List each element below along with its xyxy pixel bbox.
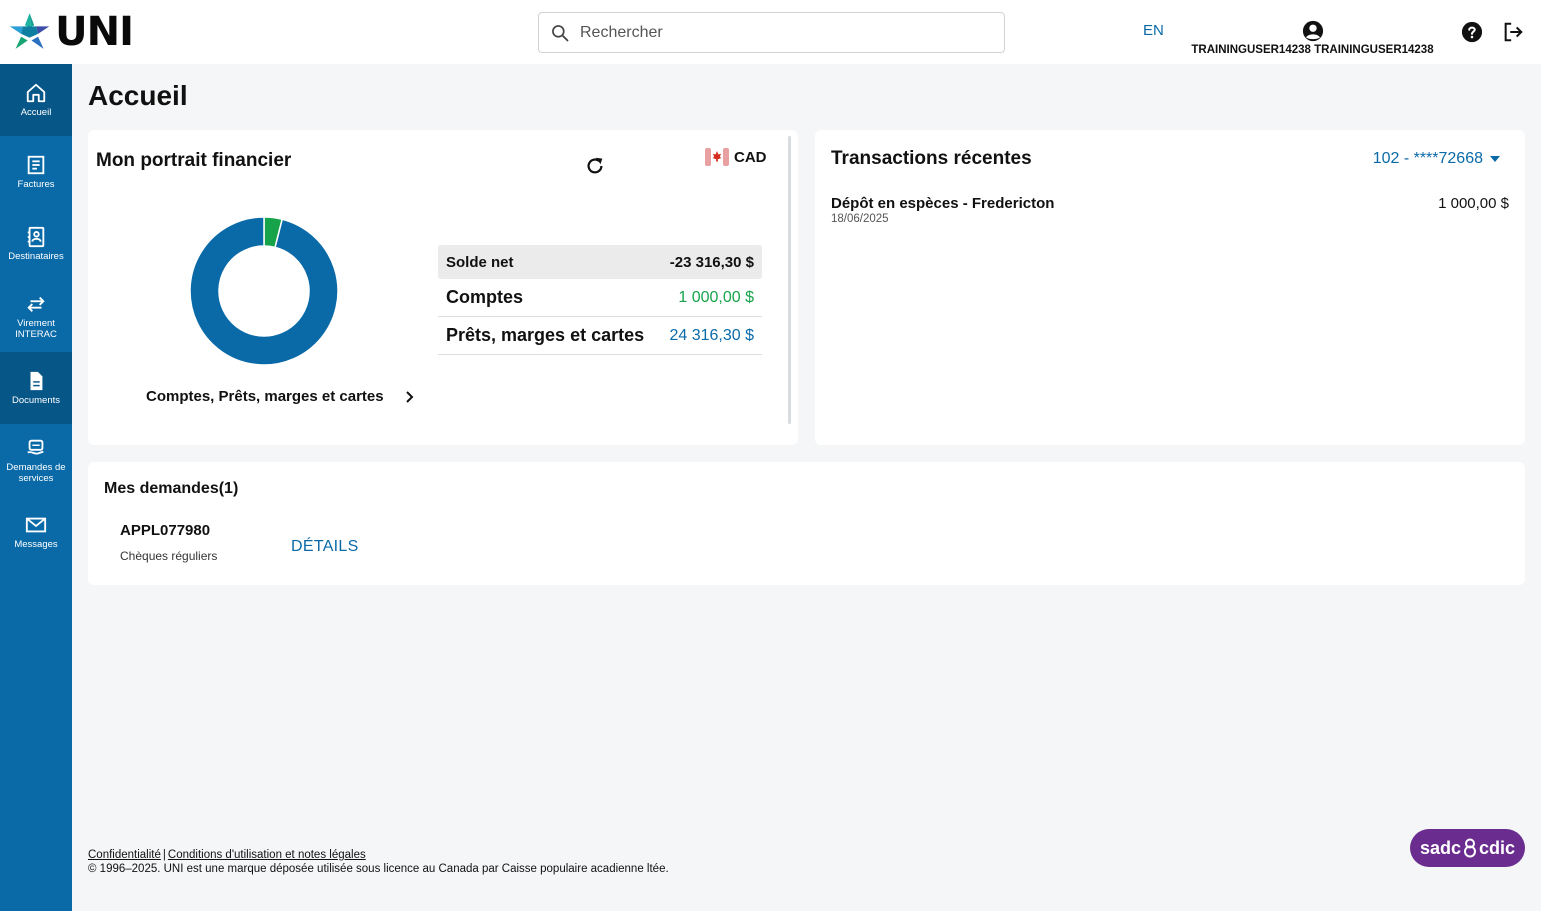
donut-slice-prets: [189, 216, 339, 366]
request-id: APPL077980: [120, 522, 211, 539]
service-icon: [27, 439, 44, 455]
cdic-badge-right: cdic: [1479, 837, 1516, 858]
transaction-description: Dépôt en espèces - Fredericton: [831, 195, 1055, 212]
account-selector-value: 102 - ****72668: [1372, 150, 1483, 167]
uni-star-icon: [9, 13, 50, 49]
canada-flag-icon: [705, 148, 729, 166]
currency-selector[interactable]: CAD: [705, 148, 767, 166]
sidebar-item-label: Messages: [14, 539, 58, 550]
help-icon[interactable]: [1461, 21, 1483, 43]
search-input[interactable]: [580, 23, 980, 42]
copyright-text: © 1996–2025. UNI est une marque déposée …: [88, 863, 669, 875]
search-box[interactable]: [538, 12, 1005, 53]
accounts-row[interactable]: Comptes 1 000,00 $: [438, 279, 762, 317]
search-icon: [552, 24, 569, 41]
invoice-icon: [27, 155, 45, 175]
sidebar-item-accueil[interactable]: Accueil: [0, 64, 72, 136]
loans-label: Prêts, marges et cartes: [446, 325, 645, 345]
caret-down-icon: [1490, 156, 1500, 162]
cdic-badge-left: sadc: [1419, 837, 1461, 858]
net-balance-label: Solde net: [446, 253, 514, 271]
chevron-right-icon: [405, 390, 414, 403]
net-balance-row: Solde net -23 316,30 $: [438, 245, 762, 279]
cdic-badge[interactable]: sadc cdic: [1410, 829, 1525, 867]
sidebar-item-destinataires[interactable]: Destinataires: [0, 208, 72, 280]
recent-transactions-card: Transactions récentes 102 - ****72668 Dé…: [815, 130, 1525, 445]
sidebar-item-documents[interactable]: Documents: [0, 352, 72, 424]
sidebar-item-factures[interactable]: Factures: [0, 136, 72, 208]
sidebar-item-label: Destinataires: [8, 251, 64, 262]
language-toggle[interactable]: EN: [1143, 22, 1164, 39]
top-header: UNI EN TRAININGUSER14238 TRAININGUSER142…: [0, 0, 1541, 64]
uni-logo[interactable]: UNI: [8, 9, 134, 55]
financial-portrait-card: Mon portrait financier CAD Comptes, Prêt…: [88, 130, 798, 445]
sidebar-item-label: Documents: [11, 395, 61, 406]
my-requests-card: Mes demandes(1) APPL077980 Chèques régul…: [88, 462, 1525, 585]
request-type: Chèques réguliers: [120, 549, 218, 563]
transaction-date: 18/06/2025: [831, 213, 889, 225]
sidebar-item-demandes-services[interactable]: Demandes de services: [0, 424, 72, 496]
sidebar-item-label: Demandes de services: [6, 461, 66, 484]
sidebar-nav: Accueil Factures Destinataires Virement …: [0, 64, 72, 911]
mail-icon: [25, 517, 47, 533]
footer-separator: |: [162, 849, 166, 861]
sidebar-item-messages[interactable]: Messages: [0, 496, 72, 568]
account-selector[interactable]: 102 - ****72668: [1373, 150, 1501, 168]
portrait-title: Mon portrait financier: [96, 150, 292, 171]
sidebar-item-label: Accueil: [20, 107, 52, 118]
sidebar-item-label: Factures: [17, 179, 55, 190]
net-balance-value: -23 316,30 $: [669, 253, 754, 271]
sidebar-item-label: Virement INTERAC: [15, 317, 57, 340]
privacy-link[interactable]: Confidentialité: [88, 849, 161, 861]
accounts-value: 1 000,00 $: [678, 288, 754, 306]
requests-title: Mes demandes(1): [104, 480, 239, 497]
balance-summary: Solde net -23 316,30 $ Comptes 1 000,00 …: [438, 245, 762, 355]
document-icon: [30, 371, 43, 391]
loans-value: 24 316,30 $: [669, 326, 754, 344]
transactions-title: Transactions récentes: [831, 148, 1032, 169]
transaction-amount: 1 000,00 $: [1438, 195, 1509, 212]
accounts-label: Comptes: [446, 287, 524, 307]
transaction-row[interactable]: Dépôt en espèces - Fredericton 18/06/202…: [831, 195, 1509, 225]
refresh-icon[interactable]: [584, 155, 606, 177]
contacts-icon: [27, 226, 45, 248]
user-profile[interactable]: TRAININGUSER14238 TRAININGUSER14238: [1185, 20, 1440, 56]
loans-row[interactable]: Prêts, marges et cartes 24 316,30 $: [438, 317, 762, 355]
page-title: Accueil: [88, 80, 188, 111]
portrait-donut-chart: [189, 216, 339, 366]
logo-text: UNI: [55, 9, 134, 55]
accounts-loans-link[interactable]: Comptes, Prêts, marges et cartes: [146, 388, 416, 405]
transfer-icon: [27, 296, 45, 312]
accounts-loans-link-label: Comptes, Prêts, marges et cartes: [146, 388, 384, 405]
terms-link[interactable]: Conditions d'utilisation et notes légale…: [168, 849, 366, 861]
sidebar-item-virement-interac[interactable]: Virement INTERAC: [0, 280, 72, 352]
request-details-link[interactable]: DÉTAILS: [291, 538, 359, 556]
home-icon: [26, 83, 46, 103]
user-account-icon: [1302, 20, 1323, 42]
card-scrollbar[interactable]: [788, 136, 791, 424]
page-footer: Confidentialité | Conditions d'utilisation…: [88, 849, 669, 875]
logout-icon[interactable]: [1502, 21, 1524, 43]
lock-icon: [1464, 838, 1476, 858]
currency-code: CAD: [734, 148, 767, 166]
user-name: TRAININGUSER14238 TRAININGUSER14238: [1191, 44, 1434, 56]
